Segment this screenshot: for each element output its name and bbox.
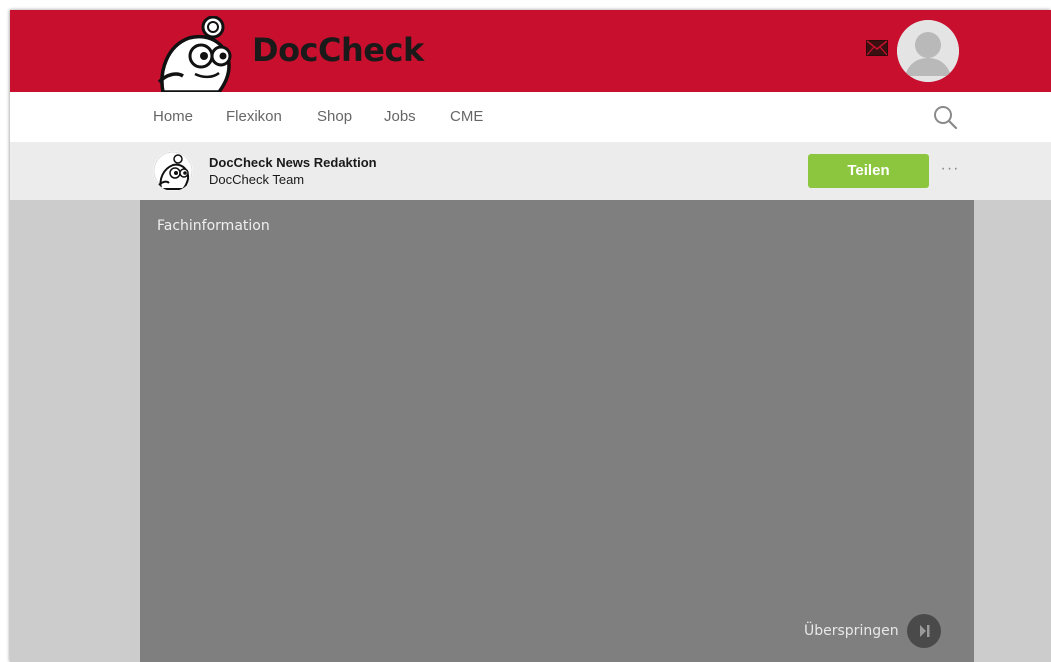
skip-forward-icon[interactable] <box>907 614 941 648</box>
nav-item-jobs[interactable]: Jobs <box>384 108 416 126</box>
ad-video-player[interactable]: Fachinformation Überspringen <box>140 200 974 662</box>
author-bar: DocCheck News Redaktion DocCheck Team Te… <box>10 142 1051 200</box>
nav-item-cme[interactable]: CME <box>450 108 483 126</box>
top-header: DocCheck <box>10 10 1051 92</box>
browser-viewport: DocCheck Home Flexikon Shop Jobs CME Doc… <box>10 10 1051 662</box>
more-options-icon[interactable]: ··· <box>938 159 962 179</box>
nav-item-home[interactable]: Home <box>153 108 193 126</box>
ad-label: Fachinformation <box>157 218 270 234</box>
mail-icon[interactable] <box>866 40 888 56</box>
user-avatar-icon[interactable] <box>897 20 959 82</box>
nav-item-shop[interactable]: Shop <box>317 108 352 126</box>
author-avatar[interactable] <box>153 151 193 191</box>
search-icon[interactable] <box>932 104 958 130</box>
main-navigation: Home Flexikon Shop Jobs CME <box>10 92 1051 142</box>
share-button[interactable]: Teilen <box>808 154 929 188</box>
doccheck-mascot-logo[interactable] <box>153 16 235 92</box>
logo-wordmark[interactable]: DocCheck <box>252 28 424 72</box>
skip-button-label[interactable]: Überspringen <box>804 622 899 640</box>
author-name[interactable]: DocCheck News Redaktion <box>209 155 377 170</box>
nav-item-flexikon[interactable]: Flexikon <box>226 108 282 126</box>
author-team: DocCheck Team <box>209 172 305 187</box>
